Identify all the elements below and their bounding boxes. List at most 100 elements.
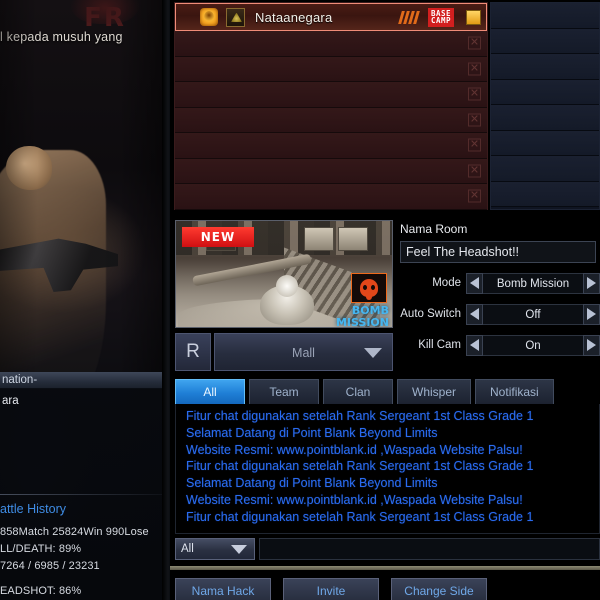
list-item: Selamat Datang di Point Blank Beyond Lim…	[186, 425, 438, 440]
map-storefront	[338, 227, 368, 251]
setting-label-kill-cam: Kill Cam	[418, 339, 461, 351]
chat-input-row: All	[175, 538, 600, 560]
table-row[interactable]: ✕	[175, 107, 487, 133]
arrow-left-icon[interactable]	[466, 334, 483, 356]
close-slot-icon[interactable]: ✕	[468, 189, 481, 203]
room-name-label: Nama Room	[400, 222, 468, 236]
invite-button[interactable]: Invite	[283, 578, 379, 600]
chat-message-log[interactable]: Fitur chat digunakan setelah Rank Sergea…	[175, 404, 600, 534]
close-slot-icon[interactable]: ✕	[468, 62, 481, 76]
chat-panel: All Team Clan Whisper Notifikasi Fitur c…	[175, 379, 600, 560]
room-settings-panel: Nama Room Feel The Headshot!! Mode Bomb …	[400, 222, 600, 372]
setting-value-auto-switch[interactable]: Off	[483, 303, 583, 325]
mode-label-line2: MISSION	[335, 316, 389, 328]
setting-row-kill-cam: Kill Cam On	[400, 334, 600, 356]
list-item[interactable]	[491, 181, 599, 207]
list-item: Fitur chat digunakan setelah Rank Sergea…	[186, 459, 534, 474]
map-preview[interactable]: NEW BOMB MISSION	[175, 220, 393, 328]
setting-value-kill-cam[interactable]: On	[483, 334, 583, 356]
player-info-panel: nation- ara attle History 858Match 25824…	[0, 372, 170, 600]
arrow-left-icon[interactable]	[466, 303, 483, 325]
tab-team[interactable]: Team	[249, 379, 319, 404]
arrow-right-icon[interactable]	[583, 334, 600, 356]
ready-box-icon[interactable]	[466, 9, 481, 25]
list-item[interactable]	[491, 156, 599, 182]
chat-scope-dropdown[interactable]: All	[175, 538, 255, 560]
list-item: Website Resmi: www.pointblank.id ,Waspad…	[186, 442, 523, 457]
list-item[interactable]	[491, 3, 599, 29]
setting-row-mode: Mode Bomb Mission	[400, 272, 600, 294]
map-fountain	[260, 275, 314, 325]
chevron-down-icon	[364, 348, 382, 358]
list-item[interactable]	[491, 28, 599, 54]
random-map-button[interactable]: R	[175, 333, 211, 371]
scene-caption: l kepada musuh yang	[0, 30, 123, 44]
chevron-down-icon	[231, 545, 247, 554]
setting-row-auto-switch: Auto Switch Off	[400, 303, 600, 325]
tab-whisper[interactable]: Whisper	[397, 379, 472, 404]
stat-kda: 7264 / 6985 / 23231	[0, 560, 100, 572]
arrow-right-icon[interactable]	[583, 303, 600, 325]
lobby-main-panel: Nataanegara BASE CAMP ✕ ✕ ✕ ✕ ✕ ✕ ✕ NEW …	[170, 0, 600, 600]
list-item: Website Resmi: www.pointblank.id ,Waspad…	[186, 492, 523, 507]
setting-label-auto-switch: Auto Switch	[400, 308, 461, 320]
chat-tabs: All Team Clan Whisper Notifikasi	[175, 379, 600, 404]
nama-hack-button[interactable]: Nama Hack	[175, 578, 271, 600]
table-row[interactable]: ✕	[175, 31, 487, 57]
player-info-header: nation-	[0, 372, 169, 389]
status-badge: BASE CAMP	[427, 7, 454, 27]
table-row[interactable]: Nataanegara BASE CAMP	[175, 3, 487, 31]
clan-emblem-icon	[200, 8, 218, 26]
list-item[interactable]	[491, 130, 599, 156]
change-side-button[interactable]: Change Side	[391, 578, 487, 600]
list-item: Selamat Datang di Point Blank Beyond Lim…	[186, 476, 438, 491]
red-team-slot-list: Nataanegara BASE CAMP ✕ ✕ ✕ ✕ ✕ ✕ ✕	[174, 2, 488, 210]
chat-input[interactable]	[259, 538, 600, 560]
bottom-divider	[170, 566, 600, 570]
list-item[interactable]	[491, 54, 599, 80]
setting-value-mode[interactable]: Bomb Mission	[483, 272, 583, 294]
battle-history-title[interactable]: attle History	[0, 502, 66, 516]
bottom-button-bar: Nama Hack Invite Change Side	[175, 578, 487, 600]
map-dropdown[interactable]: Mall	[214, 333, 393, 371]
map-name-label: Mall	[292, 346, 315, 360]
map-storefront	[304, 227, 334, 251]
list-item: Fitur chat digunakan setelah Rank Sergea…	[186, 409, 534, 423]
stat-spacer	[0, 575, 169, 583]
table-row[interactable]: ✕	[175, 158, 487, 184]
list-item[interactable]	[491, 105, 599, 131]
close-slot-icon[interactable]: ✕	[468, 36, 481, 50]
tab-notifikasi[interactable]: Notifikasi	[475, 379, 554, 404]
table-row[interactable]: ✕	[175, 133, 487, 159]
rank-bars-icon	[398, 10, 420, 24]
skull-icon	[351, 273, 387, 303]
rank-insignia-icon	[226, 7, 245, 27]
game-mode-label: BOMB MISSION	[329, 305, 389, 328]
arrow-left-icon[interactable]	[466, 272, 483, 294]
close-slot-icon[interactable]: ✕	[468, 87, 481, 101]
info-divider	[0, 494, 169, 495]
close-slot-icon[interactable]: ✕	[468, 113, 481, 127]
tab-clan[interactable]: Clan	[323, 379, 393, 404]
player-info-name: ara	[2, 395, 19, 407]
stat-matches: 858Match 25824Win 990Lose	[0, 526, 149, 538]
list-item[interactable]	[491, 79, 599, 105]
chat-scope-label: All	[181, 543, 194, 555]
table-row[interactable]: ✕	[175, 56, 487, 82]
stat-headshot: EADSHOT: 86%	[0, 585, 82, 597]
stat-kd: LL/DEATH: 89%	[0, 543, 82, 555]
tab-all[interactable]: All	[175, 379, 245, 404]
new-map-badge: NEW	[182, 227, 254, 247]
room-name-input[interactable]: Feel The Headshot!!	[400, 241, 596, 263]
game-lobby-screen: FR l kepada musuh yang nation- ara attle…	[0, 0, 600, 600]
table-row[interactable]: ✕	[175, 184, 487, 210]
player-name: Nataanegara	[255, 9, 333, 25]
close-slot-icon[interactable]: ✕	[468, 138, 481, 152]
close-slot-icon[interactable]: ✕	[468, 164, 481, 178]
setting-label-mode: Mode	[432, 277, 461, 289]
arrow-right-icon[interactable]	[583, 272, 600, 294]
table-row[interactable]: ✕	[175, 82, 487, 108]
map-select-row: R Mall	[175, 333, 393, 371]
list-item: Fitur chat digunakan setelah Rank Sergea…	[186, 509, 534, 524]
battle-stats-list: 858Match 25824Win 990Lose LL/DEATH: 89% …	[0, 524, 169, 600]
